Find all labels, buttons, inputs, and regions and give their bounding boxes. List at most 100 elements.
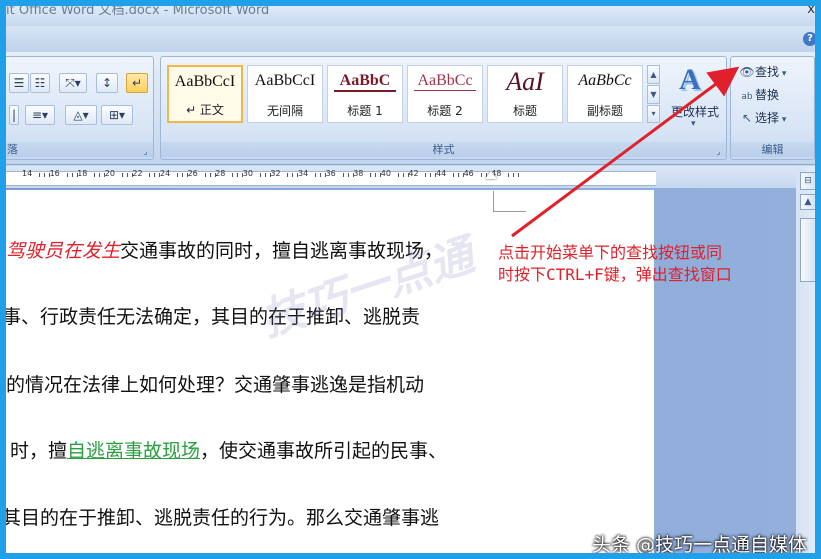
ruler-tick (149, 173, 151, 177)
chinese-layout-icon[interactable]: ⤧▾ (59, 73, 87, 93)
ruler-tick (209, 173, 211, 177)
select-button[interactable]: ↖ 选择 ▾ (739, 109, 786, 127)
ruler-number: 42 (408, 169, 419, 178)
gallery-more-icon[interactable]: ▾ (647, 105, 660, 123)
ruler-number: 34 (298, 169, 309, 178)
style-name: 标题 (512, 104, 537, 118)
distributed-icon[interactable]: | (9, 105, 19, 125)
style-name: ↵ 正文 (186, 103, 224, 117)
ruler-number: 16 (49, 169, 60, 178)
chevron-down-icon: ▾ (779, 115, 787, 125)
window-title: it Office Word 文档.docx - Microsoft Word (6, 3, 270, 18)
ruler-tick (44, 173, 45, 177)
find-button[interactable]: 👁查找 ▾ (739, 63, 786, 81)
sort-icon[interactable]: ↕ (96, 73, 118, 93)
ruler-tick (66, 173, 68, 177)
replace-button[interactable]: ab 替换 (739, 86, 779, 104)
cursor-arrow-icon: ↖ (741, 111, 753, 125)
replace-icon: ab (741, 92, 753, 102)
document-line-3: 的情况在法律上如何处理？交通肇事逃逸是指机动 (6, 374, 425, 396)
ruler-tick (320, 173, 321, 177)
ruler-tick (126, 173, 128, 177)
vertical-scrollbar[interactable]: ⊟ ▲ (796, 166, 815, 553)
style-sample: AaBbCcI (254, 72, 316, 89)
chevron-down-icon: ▾ (691, 119, 696, 129)
paragraph-dialog-launcher-icon[interactable]: ⌟ (141, 147, 150, 156)
style-name: 副标题 (586, 104, 623, 118)
ruler-tick (370, 173, 372, 177)
gallery-scroll-down-icon[interactable]: ▼ (647, 85, 660, 104)
binoculars-icon: 👁 (739, 65, 755, 79)
ruler-tick (94, 173, 96, 177)
ruler-number: 38 (353, 169, 364, 178)
ruler-tick (182, 173, 183, 177)
annotation-line-1: 点击开始菜单下的查找按钮或同 (498, 243, 723, 262)
scroll-thumb[interactable] (800, 218, 815, 282)
close-icon[interactable]: x (807, 6, 815, 17)
style-no-spacing[interactable]: AaBbCcI 无间隔 (247, 65, 323, 123)
help-icon[interactable]: ? (803, 32, 815, 46)
ruler-tick (397, 173, 399, 177)
line-text: ，使交通事故所引起的民事、 (200, 440, 448, 462)
ruler-tick (232, 173, 234, 177)
ruler-number: 14 (22, 169, 33, 178)
ruler-number: 26 (187, 169, 198, 178)
title-bar: it Office Word 文档.docx - Microsoft Word … (6, 6, 815, 26)
ruler-tick (402, 173, 404, 177)
line-spacing-icon[interactable]: ≡▾ (25, 105, 55, 125)
ruler-number: 24 (160, 169, 171, 178)
attribution-text: 头条 @技巧一点通自媒体 (591, 534, 807, 556)
hyperlink-text[interactable]: 自逃离事故现场 (67, 440, 200, 462)
paragraph-group-label: 落 (6, 142, 153, 157)
ruler-tick (177, 173, 178, 177)
annotation-line-2: 时按下CTRL+F键，弹出查找窗口 (498, 265, 732, 284)
ruler-number: 18 (77, 169, 88, 178)
ruler-tick (39, 173, 40, 177)
style-name: 无间隔 (266, 104, 303, 118)
decrease-indent-icon[interactable]: ☰ (9, 73, 29, 93)
ruler-toggle-icon[interactable]: ⊟ (800, 172, 815, 190)
ruler-tick (513, 173, 515, 177)
borders-icon[interactable]: ⊞▾ (101, 105, 133, 125)
increase-indent-icon[interactable]: ☷ (30, 73, 50, 93)
ruler-tick (508, 173, 510, 177)
ruler-tick (264, 173, 266, 177)
indent-marker-icon[interactable] (485, 171, 497, 179)
horizontal-ruler[interactable]: 14 16 18 20 22 24 26 28 30 32 34 36 38 40 42 44 46 48 (6, 166, 796, 188)
ruler-tick (375, 173, 377, 177)
ruler-tick (121, 173, 123, 177)
style-sample: AaI (506, 67, 544, 96)
footer: 头条 @技巧一点通自媒体 (6, 520, 815, 556)
style-subtitle[interactable]: AaBbCc 副标题 (567, 65, 643, 123)
ruler-number: 30 (242, 169, 253, 178)
shading-icon[interactable]: ◬▾ (65, 105, 97, 125)
style-sample: AaBbCc (414, 72, 476, 91)
style-normal[interactable]: AaBbCcI ↵ 正文 (167, 65, 243, 123)
ruler-tick (287, 173, 289, 177)
document-line-4: 时，擅自逃离事故现场，使交通事故所引起的民事、 (10, 436, 447, 463)
style-heading-1[interactable]: AaBbC 标题 1 (327, 65, 403, 123)
change-styles-button[interactable]: A 更改样式 ▾ (667, 63, 723, 135)
annotation-callout: 点击开始菜单下的查找按钮或同 时按下CTRL+F键，弹出查找窗口 (498, 242, 732, 286)
select-label: 选择 (755, 111, 780, 125)
scroll-up-icon[interactable]: ▲ (800, 194, 815, 210)
ruler-tick (518, 173, 520, 177)
ruler-tick (342, 173, 344, 177)
ruler-number: 40 (380, 169, 391, 178)
line-text: 时，擅 (10, 440, 68, 462)
style-heading-2[interactable]: AaBbCc 标题 2 (407, 65, 483, 123)
styles-dialog-launcher-icon[interactable]: ⌟ (714, 147, 723, 156)
style-title[interactable]: AaI 标题 (487, 65, 563, 123)
show-marks-icon[interactable]: ↵ (126, 73, 148, 93)
ruler-tick (99, 173, 101, 177)
highlighted-text: 驾驶员在发生 (6, 240, 121, 262)
gallery-scroll-up-icon[interactable]: ▲ (647, 65, 660, 84)
ruler-tick (453, 173, 454, 177)
find-label: 查找 (755, 65, 780, 79)
ruler-tick (71, 173, 73, 177)
styles-group: AaBbCcI ↵ 正文 AaBbCcI 无间隔 AaBbC 标题 1 AaBb… (160, 56, 727, 160)
ruler-number: 28 (215, 169, 226, 178)
ruler-tick (430, 173, 432, 177)
ruler-tick (458, 173, 459, 177)
editing-group: 👁查找 ▾ ab 替换 ↖ 选择 ▾ 编辑 (730, 56, 815, 160)
